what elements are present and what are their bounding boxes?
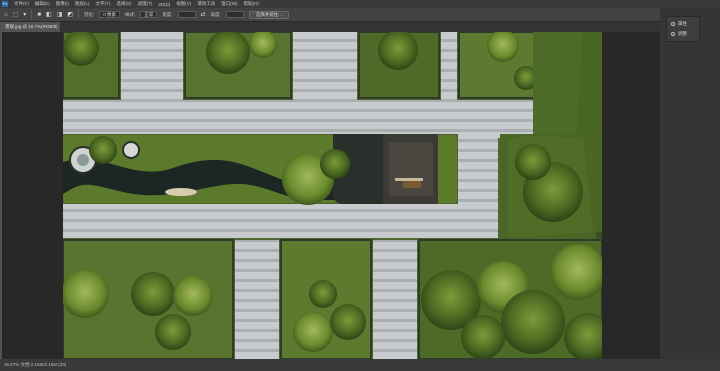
document-tab[interactable]: 景观.jpg @ 16.7%(RGB/8) bbox=[2, 22, 60, 32]
panel-item-label: 属性 bbox=[678, 21, 687, 26]
swap-icon[interactable]: ⇄ bbox=[201, 12, 206, 18]
panel-group: 属性 调整 bbox=[666, 16, 700, 42]
panel-item-properties[interactable]: 属性 bbox=[671, 21, 687, 27]
height-label: 高度: bbox=[210, 11, 221, 17]
tab-strip bbox=[60, 22, 660, 32]
menu-bar: Ps 文件(F) 编辑(E) 图像(I) 图层(L) 文字(Y) 选择(S) 滤… bbox=[0, 0, 720, 8]
app-logo: Ps bbox=[2, 1, 8, 7]
home-icon[interactable]: ⌂ bbox=[4, 12, 8, 18]
aerial-landscape-image bbox=[63, 32, 602, 359]
add-selection-icon[interactable]: ◧ bbox=[46, 12, 52, 18]
panel-item-label: 调整 bbox=[678, 31, 687, 36]
canvas-viewport bbox=[2, 32, 660, 359]
canvas[interactable] bbox=[63, 32, 602, 359]
menu-help[interactable]: 帮助(H) bbox=[244, 1, 259, 7]
width-field[interactable] bbox=[177, 11, 196, 18]
feather-label: 羽化: bbox=[83, 11, 95, 17]
menu-edit[interactable]: 编辑(E) bbox=[35, 1, 50, 7]
new-selection-icon[interactable]: ■ bbox=[37, 12, 41, 18]
chevron-down-icon[interactable]: ▾ bbox=[23, 12, 26, 18]
menu-type[interactable]: 文字(Y) bbox=[96, 1, 111, 7]
width-label: 宽度: bbox=[162, 11, 173, 17]
menu-filter[interactable]: 滤镜(T) bbox=[138, 1, 153, 7]
select-and-mask-button[interactable]: 选择并遮住... bbox=[248, 10, 290, 19]
menu-image[interactable]: 图像(I) bbox=[56, 1, 69, 7]
menu-select[interactable]: 选择(S) bbox=[117, 1, 132, 7]
menu-plugins[interactable]: 增效工具 bbox=[197, 1, 215, 7]
feather-field[interactable]: 0 像素 bbox=[99, 11, 120, 18]
height-field[interactable] bbox=[225, 11, 244, 18]
separator bbox=[31, 10, 33, 19]
subtract-selection-icon[interactable]: ◨ bbox=[57, 12, 63, 18]
style-select[interactable]: 正常 bbox=[140, 11, 158, 18]
options-bar: ⌂ ⬚ ▾ ■ ◧ ◨ ◩ 羽化: 0 像素 样式: 正常 宽度: ⇄ 高度: … bbox=[0, 8, 720, 22]
menu-layer[interactable]: 图层(L) bbox=[75, 1, 90, 7]
status-bar: 16.67% 文档:2.16M/2.16M (20) bbox=[0, 359, 720, 371]
menu-view[interactable]: 视图(V) bbox=[176, 1, 191, 7]
separator bbox=[77, 10, 79, 19]
intersect-selection-icon[interactable]: ◩ bbox=[67, 12, 73, 18]
panel-item-adjustments[interactable]: 调整 bbox=[671, 31, 687, 37]
style-label: 样式: bbox=[124, 11, 136, 17]
adjustments-icon bbox=[671, 32, 675, 36]
menu-window[interactable]: 窗口(W) bbox=[221, 1, 237, 7]
menu-3d[interactable]: 3D(D) bbox=[158, 2, 170, 7]
menu-file[interactable]: 文件(F) bbox=[14, 1, 29, 7]
properties-icon bbox=[671, 22, 675, 26]
marquee-icon[interactable]: ⬚ bbox=[13, 12, 19, 18]
right-panel: 属性 调整 bbox=[660, 8, 720, 359]
